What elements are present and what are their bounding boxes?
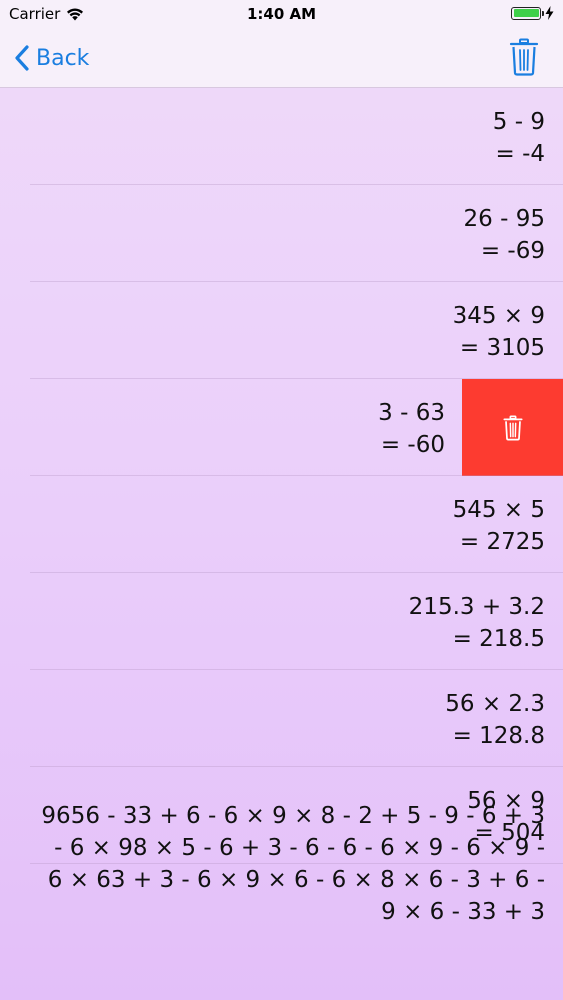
history-row[interactable]: 56 × 2.3 = 128.8 (0, 670, 563, 767)
history-row[interactable]: 545 × 5 = 2725 (0, 476, 563, 573)
result-text: = 2725 (459, 529, 545, 555)
expression-text: 5 - 9 (492, 109, 545, 135)
expression-line: - 6 × 98 × 5 - 6 + 3 - 6 - 6 - 6 × 9 - 6… (54, 835, 545, 861)
history-row[interactable]: 215.3 + 3.2 = 218.5 (0, 573, 563, 670)
history-row[interactable]: 345 × 9 = 3105 (0, 282, 563, 379)
history-entry: 56 × 2.3 = 128.8 (445, 688, 545, 752)
result-text: = -69 (480, 238, 545, 264)
charging-bolt-icon (545, 6, 554, 20)
result-text: = 218.5 (452, 626, 545, 652)
expression-text: 26 - 95 (463, 206, 545, 232)
history-entry: 545 × 5 = 2725 (453, 494, 545, 558)
trash-icon (509, 38, 539, 76)
history-entry: 26 - 95 = -69 (464, 203, 545, 267)
history-entry: 3 - 63 = -60 (378, 397, 445, 461)
result-text: = -4 (495, 141, 545, 167)
status-bar: Carrier 1:40 AM (0, 0, 563, 30)
clear-history-button[interactable] (509, 38, 539, 76)
expression-line: 9 × 6 - 33 + 3 (381, 899, 545, 925)
expression-text: 56 × 2.3 (445, 691, 545, 717)
result-text: = 3105 (459, 335, 545, 361)
trash-icon (502, 415, 523, 441)
expression-text: 3 - 63 (378, 400, 445, 426)
history-entry: 345 × 9 = 3105 (453, 300, 545, 364)
result-text: = -60 (380, 432, 445, 458)
history-entry: 215.3 + 3.2 = 218.5 (409, 591, 545, 655)
history-row-long[interactable]: 9656 - 33 + 6 - 6 × 9 × 8 - 2 + 5 - 9 - … (0, 800, 563, 928)
result-text: = 128.8 (452, 723, 545, 749)
back-button[interactable]: Back (14, 40, 89, 76)
history-row[interactable]: 26 - 95 = -69 (0, 185, 563, 282)
navigation-bar: Back (0, 30, 563, 88)
history-row[interactable]: 5 - 9 = -4 (0, 88, 563, 185)
back-label: Back (36, 45, 90, 71)
history-list: 5 - 9 = -4 26 - 95 = -69 345 × 9 = 3105 … (0, 88, 563, 864)
expression-line: 9656 - 33 + 6 - 6 × 9 × 8 - 2 + 5 - 9 - … (41, 803, 545, 829)
status-right (511, 6, 554, 20)
history-row-swiped[interactable]: 3 - 63 = -60 (0, 379, 563, 476)
battery-icon (511, 6, 544, 20)
expression-line: 6 × 63 + 3 - 6 × 9 × 6 - 6 × 8 × 6 - 3 +… (47, 867, 545, 893)
expression-text: 545 × 5 (452, 497, 545, 523)
swipe-delete-button[interactable] (462, 379, 563, 476)
history-entry: 5 - 9 = -4 (493, 106, 545, 170)
expression-text: 345 × 9 (452, 303, 545, 329)
expression-text: 215.3 + 3.2 (408, 594, 545, 620)
chevron-left-icon (15, 45, 29, 71)
status-time: 1:40 AM (246, 5, 317, 23)
